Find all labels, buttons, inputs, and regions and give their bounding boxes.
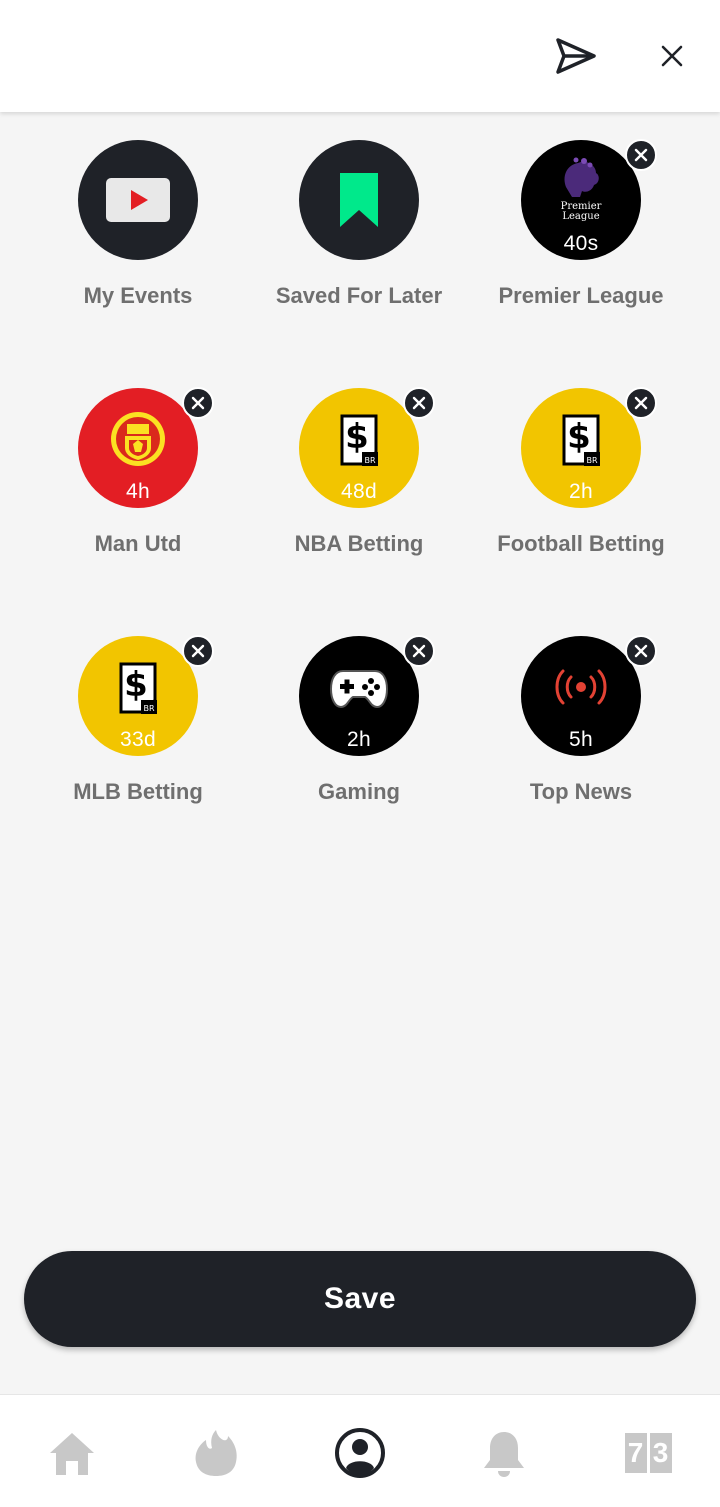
remove-button[interactable] [625, 635, 657, 667]
remove-button[interactable] [403, 635, 435, 667]
flame-icon [195, 1430, 237, 1476]
profile-icon [335, 1428, 385, 1478]
close-icon [191, 644, 205, 658]
close-button[interactable] [644, 28, 700, 84]
tile-time: 4h [126, 480, 150, 503]
close-icon [634, 148, 648, 162]
tile-label: Man Utd [94, 531, 182, 556]
tile-label: Football Betting [497, 531, 665, 556]
premier-league-logo-icon: Premier League [561, 157, 602, 221]
tile-label: My Events [83, 283, 193, 308]
tile-circle[interactable]: 5h [521, 635, 657, 756]
tile-saved-for-later[interactable]: Saved For Later [249, 140, 469, 308]
tile-top-news[interactable]: 5h Top News [471, 635, 691, 804]
bell-icon [484, 1432, 524, 1477]
tile-label: MLB Betting [73, 779, 203, 804]
svg-text:League: League [562, 211, 599, 221]
tile-circle[interactable]: $ BR 48d [299, 387, 435, 508]
tile-label: NBA Betting [294, 531, 424, 556]
tile-mlb-betting[interactable]: $ BR 33d MLB Betting [28, 635, 248, 804]
tile-label: Premier League [498, 283, 664, 308]
nav-profile[interactable] [330, 1423, 390, 1483]
home-icon [50, 1433, 94, 1475]
bottom-nav: 7 3 [0, 1394, 720, 1507]
scores-icon: 7 3 [624, 1433, 672, 1473]
tile-circle[interactable]: Premier League 40s [521, 139, 657, 260]
remove-button[interactable] [625, 139, 657, 171]
top-bar [0, 0, 720, 112]
share-button[interactable] [548, 28, 604, 84]
svg-text:$: $ [345, 417, 369, 457]
close-icon [634, 644, 648, 658]
br-betting-icon: $ BR [340, 414, 378, 466]
close-icon [412, 644, 426, 658]
tile-circle[interactable]: 4h [78, 387, 214, 508]
tile-man-utd[interactable]: 4h Man Utd [28, 387, 248, 556]
remove-button[interactable] [182, 387, 214, 419]
close-icon [634, 396, 648, 410]
remove-button[interactable] [625, 387, 657, 419]
tile-time: 33d [120, 728, 156, 751]
tile-time: 2h [347, 728, 371, 751]
tile-circle[interactable]: $ BR 33d [78, 635, 214, 756]
man-utd-crest-icon [111, 412, 165, 466]
play-video-icon [106, 178, 170, 222]
svg-text:$: $ [567, 417, 591, 457]
tile-nba-betting[interactable]: $ BR 48d NBA Betting [249, 387, 469, 556]
tile-circle[interactable]: $ BR 2h [521, 387, 657, 508]
nav-alerts[interactable] [474, 1423, 534, 1483]
tile-label: Gaming [318, 779, 400, 804]
tile-premier-league[interactable]: Premier League 40s Premier League [471, 139, 691, 308]
tile-label: Top News [529, 779, 633, 804]
remove-button[interactable] [403, 387, 435, 419]
nav-scores[interactable]: 7 3 [618, 1423, 678, 1483]
tile-my-events[interactable]: My Events [28, 140, 248, 308]
tile-circle[interactable] [299, 140, 419, 260]
tile-football-betting[interactable]: $ BR 2h Football Betting [471, 387, 691, 556]
svg-text:BR: BR [586, 456, 597, 465]
close-icon [191, 396, 205, 410]
tile-gaming[interactable]: 2h Gaming [249, 635, 469, 804]
save-button[interactable]: Save [24, 1251, 696, 1347]
tile-time: 5h [569, 728, 593, 751]
score-digit: 3 [649, 1433, 672, 1473]
svg-text:$: $ [124, 665, 148, 705]
broadcast-icon [555, 669, 607, 705]
close-icon [412, 396, 426, 410]
nav-trending[interactable] [186, 1423, 246, 1483]
tile-circle[interactable] [78, 140, 198, 260]
br-betting-icon: $ BR [119, 662, 157, 714]
tile-time: 40s [563, 232, 599, 255]
score-digit: 7 [624, 1433, 647, 1473]
paper-plane-icon [556, 38, 596, 74]
gamepad-icon [329, 670, 389, 709]
remove-button[interactable] [182, 635, 214, 667]
tile-time: 2h [569, 480, 593, 503]
svg-text:BR: BR [364, 456, 375, 465]
tile-label: Saved For Later [275, 283, 443, 308]
close-icon [661, 45, 683, 67]
tile-circle[interactable]: 2h [299, 635, 435, 756]
nav-home[interactable] [42, 1423, 102, 1483]
br-betting-icon: $ BR [562, 414, 600, 466]
svg-text:BR: BR [143, 704, 154, 713]
tile-time: 48d [341, 480, 377, 503]
bookmark-icon [340, 173, 378, 227]
